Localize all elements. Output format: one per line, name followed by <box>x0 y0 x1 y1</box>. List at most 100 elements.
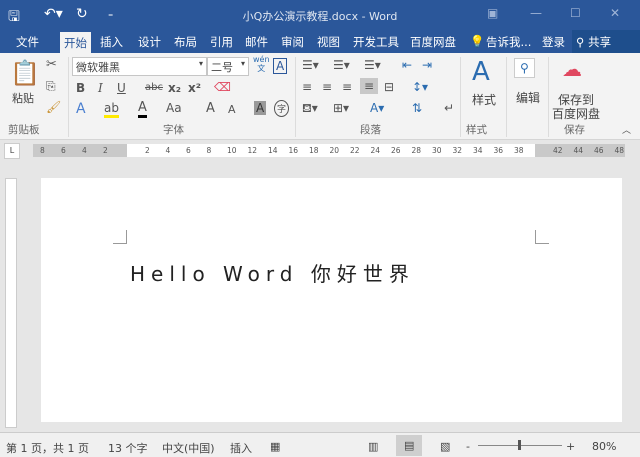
horizontal-ruler[interactable]: L 8 6 4 2 2 4 6 8 10 12 14 16 18 20 22 24 26 28 30 32 34 36 38… <box>0 140 640 162</box>
shading-icon[interactable]: ⛾▾ <box>302 101 318 117</box>
bold-button[interactable]: B <box>76 81 85 95</box>
zoom-in-button[interactable]: + <box>566 440 575 453</box>
share-button[interactable]: ⚲ 共享 <box>572 30 640 53</box>
show-marks-icon[interactable]: ↵ <box>444 101 454 115</box>
document-text[interactable]: Hello Word 你好世界 <box>130 258 415 287</box>
insert-mode[interactable]: 插入 <box>230 440 252 456</box>
tab-home[interactable]: 开始 <box>60 32 91 53</box>
justify-icon[interactable]: ≡ <box>360 78 379 94</box>
ribbon-display-icon[interactable]: ▣ <box>487 6 498 20</box>
paste-icon[interactable]: 📋 <box>10 59 40 87</box>
numbering-icon[interactable]: ☰▾ <box>333 58 350 72</box>
ruler-number: 26 <box>391 146 401 155</box>
close-icon[interactable]: ✕ <box>610 6 620 20</box>
tab-selector[interactable]: L <box>4 143 20 159</box>
ruler-number: 10 <box>227 146 237 155</box>
styles-label[interactable]: 样式 <box>472 91 496 108</box>
clear-formatting-icon[interactable]: ⌫ <box>214 80 231 94</box>
decrease-indent-icon[interactable]: ⇤ <box>402 58 412 72</box>
baidu-cloud-icon[interactable]: ☁ <box>562 57 582 81</box>
copy-icon[interactable]: ⎘ <box>46 79 56 94</box>
title-bar: 🖫 ↶▾ ↻ ₌ 小Q办公演示教程.docx - Word ▣ — ☐ ✕ <box>0 0 640 30</box>
ruler-number: 18 <box>309 146 319 155</box>
styles-icon[interactable]: A <box>472 57 490 87</box>
tab-references[interactable]: 引用 <box>210 34 233 50</box>
tab-view[interactable]: 视图 <box>317 34 340 50</box>
align-center-icon[interactable]: ≡ <box>322 80 332 94</box>
character-shading-icon[interactable]: A <box>254 101 267 115</box>
ruler-number: 4 <box>165 146 171 155</box>
ruler-number: 16 <box>288 146 299 155</box>
strikethrough-button[interactable]: abc <box>145 82 163 93</box>
phonetic-guide-icon[interactable]: wén 文 <box>253 55 270 73</box>
italic-button[interactable]: I <box>98 81 103 95</box>
font-color-icon[interactable]: A <box>138 100 147 118</box>
login-link[interactable]: 登录 <box>542 34 565 50</box>
highlight-color-icon[interactable]: ab <box>104 101 119 118</box>
bullets-icon[interactable]: ☰▾ <box>302 58 319 72</box>
align-right-icon[interactable]: ≡ <box>342 80 352 94</box>
ruler-number: 36 <box>493 146 504 155</box>
increase-indent-icon[interactable]: ⇥ <box>422 58 432 72</box>
zoom-level[interactable]: 80% <box>592 440 616 453</box>
word-count[interactable]: 13 个字 <box>108 440 148 456</box>
ruler-number: 46 <box>594 146 604 155</box>
format-painter-icon[interactable]: 🖌 <box>46 100 61 114</box>
lightbulb-icon: 💡 <box>470 34 485 48</box>
grow-font-button[interactable]: A <box>206 101 215 116</box>
maximize-icon[interactable]: ☐ <box>570 6 581 20</box>
cut-icon[interactable]: ✂ <box>46 57 57 72</box>
line-spacing-icon[interactable]: ↕▾ <box>412 80 428 94</box>
zoom-slider-thumb[interactable] <box>518 440 521 450</box>
zoom-out-button[interactable]: - <box>466 440 470 453</box>
borders-icon[interactable]: ⊞▾ <box>333 101 349 115</box>
tab-insert[interactable]: 插入 <box>100 34 123 50</box>
ruler-number: 6 <box>186 146 191 155</box>
sort-icon[interactable]: ⇅ <box>412 101 422 115</box>
shrink-font-button[interactable]: A <box>228 103 236 116</box>
macro-record-icon[interactable]: ▦ <box>270 440 280 453</box>
subscript-button[interactable]: x₂ <box>168 81 181 95</box>
tell-me-box[interactable]: 告诉我... <box>486 34 531 50</box>
language[interactable]: 中文(中国) <box>162 440 215 456</box>
ribbon: 📋 粘贴 ✂ ⎘ 🖌 剪贴板 微软雅黑 ▾ 二号 ▾ wén 文 A B I U ab… <box>0 53 640 140</box>
tab-design[interactable]: 设计 <box>138 34 161 50</box>
web-layout-icon[interactable]: ▧ <box>440 440 450 453</box>
tab-layout[interactable]: 布局 <box>174 34 197 50</box>
enclose-characters-icon[interactable]: 字 <box>274 100 290 117</box>
align-left-icon[interactable]: ≡ <box>302 80 312 94</box>
font-size-select[interactable]: 二号 ▾ <box>207 57 249 76</box>
distributed-icon[interactable]: ⊟ <box>384 80 394 94</box>
minimize-icon[interactable]: — <box>530 6 542 20</box>
change-case-button[interactable]: Aa <box>166 101 182 115</box>
text-effects-icon[interactable]: A <box>76 101 86 117</box>
ruler-number: 38 <box>514 146 524 155</box>
ruler-number: 44 <box>573 146 584 155</box>
tab-baidu[interactable]: 百度网盘 <box>410 34 456 50</box>
collapse-ribbon-icon[interactable]: ︿ <box>622 123 631 136</box>
tab-review[interactable]: 审阅 <box>281 34 304 50</box>
ruler-number: 2 <box>145 146 150 155</box>
paste-label[interactable]: 粘贴 <box>12 90 34 106</box>
multilevel-list-icon[interactable]: ☰▾ <box>364 58 381 72</box>
page-count[interactable]: 第 1 页，共 1 页 <box>6 440 89 456</box>
document-page[interactable] <box>41 178 622 422</box>
baidu-label[interactable]: 百度网盘 <box>552 105 600 122</box>
chinese-layout-icon[interactable]: A▾ <box>370 101 384 115</box>
superscript-button[interactable]: x² <box>188 81 201 95</box>
character-border-icon[interactable]: A <box>273 58 288 74</box>
tab-developer[interactable]: 开发工具 <box>353 34 399 50</box>
font-name-select[interactable]: 微软雅黑 ▾ <box>72 57 207 76</box>
tab-mailings[interactable]: 邮件 <box>245 34 268 50</box>
underline-button[interactable]: U <box>117 81 126 95</box>
read-mode-icon[interactable]: ▥ <box>368 440 378 453</box>
find-icon[interactable]: ⚲ <box>514 58 535 78</box>
tab-file[interactable]: 文件 <box>16 34 39 50</box>
ruler-number: 42 <box>553 146 563 155</box>
vertical-ruler[interactable] <box>5 178 17 428</box>
ruler-number: 12 <box>247 146 258 155</box>
ruler-number: 22 <box>350 146 360 155</box>
ruler-number: 48 <box>614 146 625 155</box>
editing-label[interactable]: 编辑 <box>516 89 540 106</box>
print-layout-icon[interactable]: ▤ <box>396 435 423 456</box>
